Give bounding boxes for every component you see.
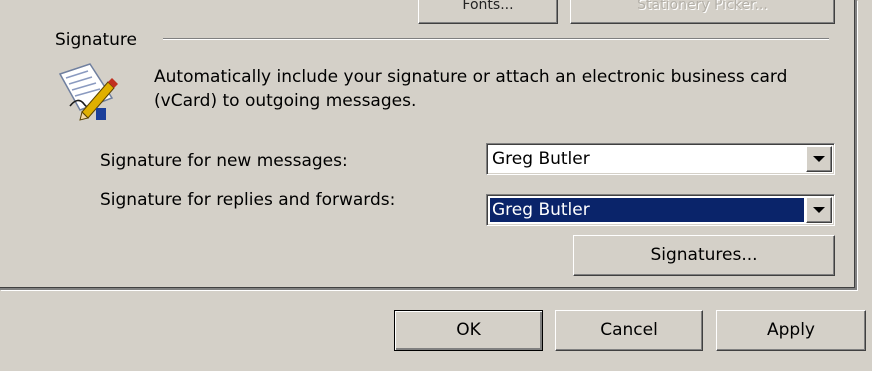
signature-description: Automatically include your signature or … bbox=[154, 67, 788, 111]
new-messages-label: Signature for new messages: bbox=[100, 151, 348, 171]
replies-signature-select[interactable]: Greg Butler bbox=[486, 194, 835, 226]
signature-group-title: Signature bbox=[53, 30, 146, 50]
group-divider bbox=[163, 38, 829, 40]
signatures-button[interactable]: Signatures... bbox=[573, 235, 835, 276]
options-tab-panel: Fonts... Stationery Picker... Signature … bbox=[0, 0, 857, 290]
replies-dropdown-button[interactable] bbox=[806, 197, 832, 223]
fonts-button-label: Fonts... bbox=[462, 0, 514, 13]
chevron-down-icon bbox=[813, 207, 825, 213]
new-messages-signature-select[interactable]: Greg Butler bbox=[486, 143, 835, 175]
new-messages-signature-value: Greg Butler bbox=[492, 149, 590, 169]
apply-button[interactable]: Apply bbox=[716, 310, 866, 351]
stationery-picker-button[interactable]: Stationery Picker... bbox=[570, 0, 835, 24]
fonts-button[interactable]: Fonts... bbox=[418, 0, 558, 24]
ok-button[interactable]: OK bbox=[394, 310, 543, 351]
stationery-picker-button-label: Stationery Picker... bbox=[637, 0, 768, 13]
chevron-down-icon bbox=[813, 156, 825, 162]
replies-label: Signature for replies and forwards: bbox=[100, 190, 396, 210]
cancel-button[interactable]: Cancel bbox=[555, 310, 703, 351]
replies-signature-value: Greg Butler bbox=[490, 198, 804, 222]
new-messages-dropdown-button[interactable] bbox=[806, 146, 832, 172]
signature-pen-icon bbox=[58, 63, 118, 121]
